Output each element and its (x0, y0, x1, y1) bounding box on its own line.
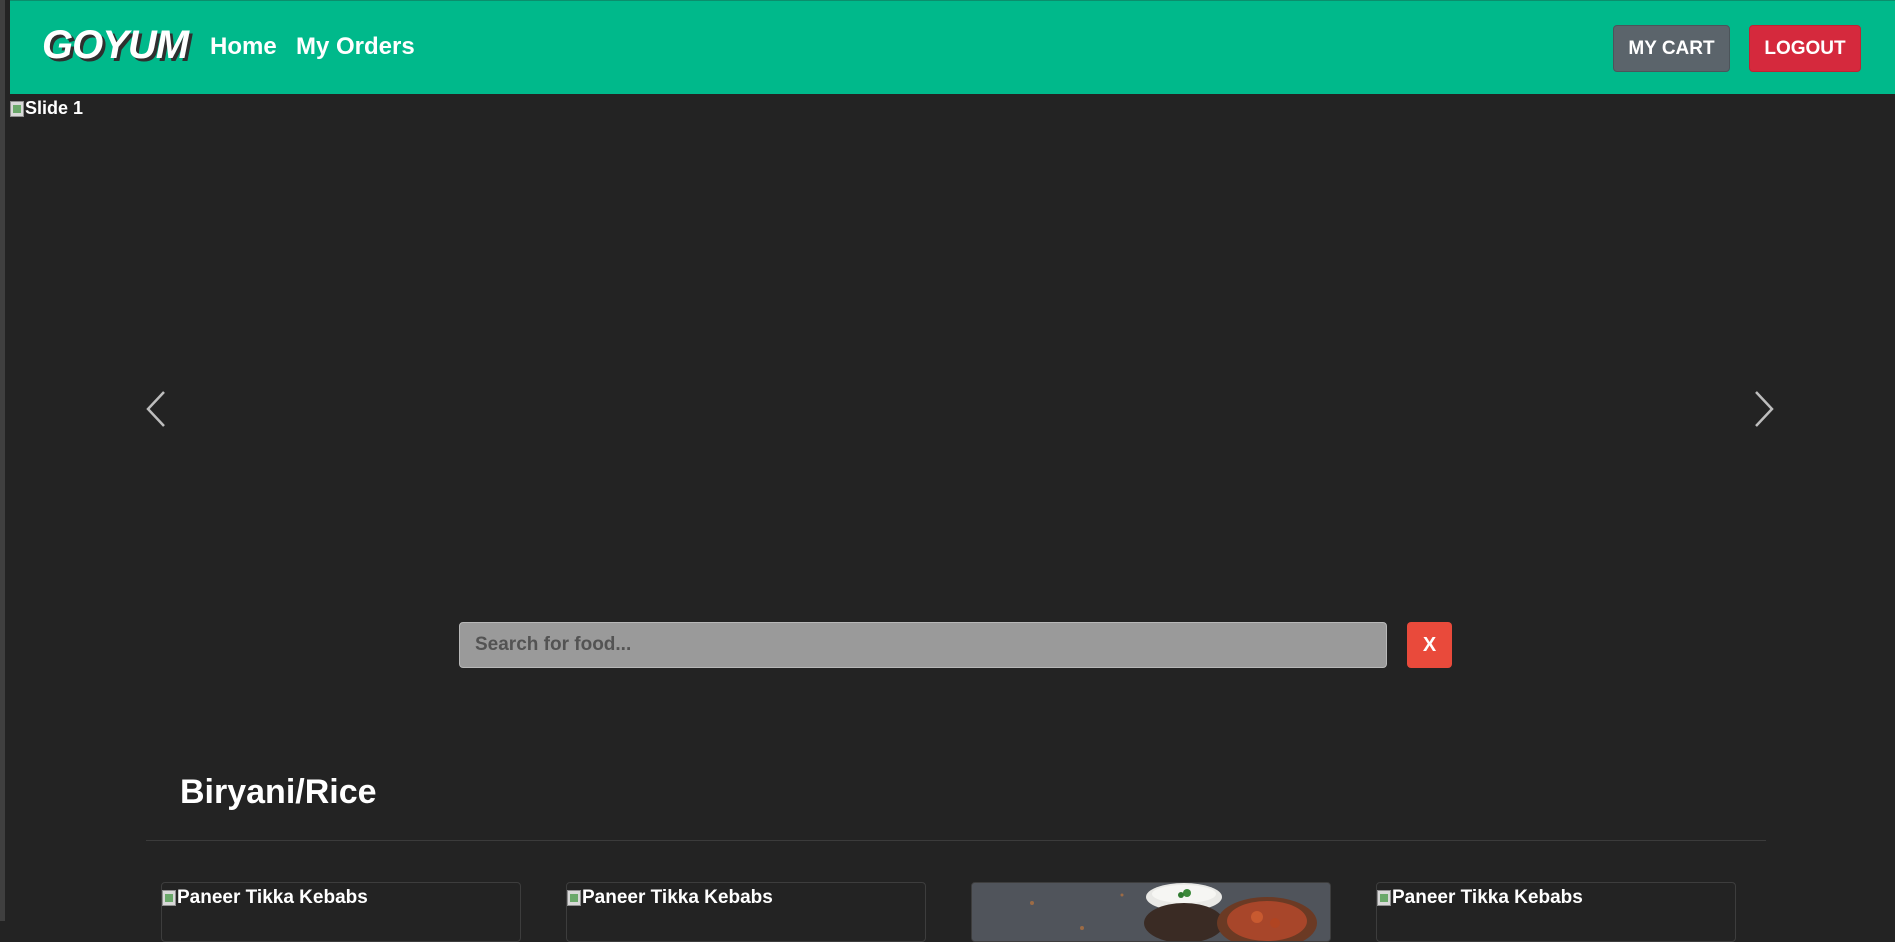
broken-image-icon (10, 100, 24, 117)
food-card-alt-text: Paneer Tikka Kebabs (582, 887, 773, 908)
chevron-left-icon (146, 391, 165, 427)
food-card[interactable] (971, 882, 1331, 942)
food-card[interactable]: Paneer Tikka Kebabs (161, 882, 521, 942)
broken-image-icon (1377, 890, 1391, 906)
nav-link-my-orders[interactable]: My Orders (296, 33, 415, 61)
chevron-right-icon (1755, 391, 1774, 427)
divider (146, 840, 1766, 841)
food-card-image: Paneer Tikka Kebabs (567, 887, 773, 909)
slide-alt-text: Slide 1 (25, 98, 84, 118)
nav-link-home[interactable]: Home (210, 33, 277, 61)
page: GOYUM Home My Orders MY CART LOGOUT Slid… (0, 0, 1895, 942)
broken-image-icon (162, 890, 176, 906)
food-card-image: Paneer Tikka Kebabs (1377, 887, 1583, 909)
my-cart-button[interactable]: MY CART (1613, 25, 1730, 72)
brand-logo[interactable]: GOYUM (42, 23, 189, 68)
food-card-alt-text: Paneer Tikka Kebabs (177, 887, 368, 908)
carousel: Slide 1 (10, 94, 1895, 614)
food-card[interactable]: Paneer Tikka Kebabs (566, 882, 926, 942)
food-card-alt-text: Paneer Tikka Kebabs (1392, 887, 1583, 908)
broken-image-icon (567, 890, 581, 906)
food-card-image: Paneer Tikka Kebabs (162, 887, 368, 909)
navbar: GOYUM Home My Orders MY CART LOGOUT (10, 0, 1895, 94)
carousel-prev-button[interactable] (138, 384, 178, 434)
carousel-slide-image: Slide 1 (10, 98, 83, 119)
search-input[interactable] (459, 622, 1387, 668)
food-card[interactable]: Paneer Tikka Kebabs (1376, 882, 1736, 942)
logout-button[interactable]: LOGOUT (1749, 25, 1861, 72)
food-photo-image (972, 883, 1330, 941)
carousel-next-button[interactable] (1742, 384, 1782, 434)
category-title: Biryani/Rice (180, 773, 377, 811)
clear-search-button[interactable]: X (1407, 622, 1452, 668)
food-card-photo (972, 883, 1330, 941)
